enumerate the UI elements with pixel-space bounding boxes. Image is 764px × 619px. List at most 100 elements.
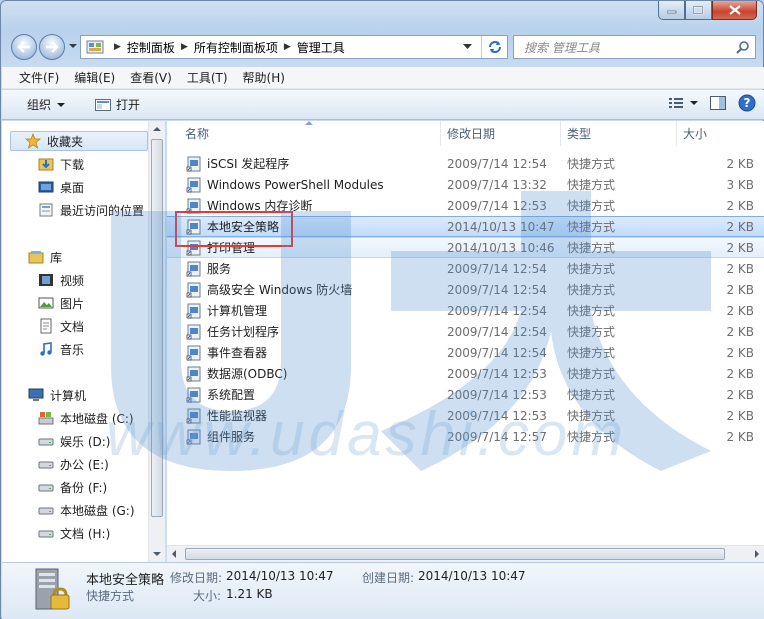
breadcrumb-separator[interactable]: ▶ xyxy=(114,42,121,52)
menu-help[interactable]: 帮助(H) xyxy=(243,69,285,86)
menu-tools[interactable]: 工具(T) xyxy=(187,69,228,86)
file-date: 2014/10/13 10:46 xyxy=(447,240,555,255)
file-row[interactable]: 系统配置 2009/7/14 12:53 快捷方式 2 KB xyxy=(167,384,764,405)
scroll-left-arrow[interactable] xyxy=(172,550,176,558)
file-date: 2009/7/14 12:54 xyxy=(447,282,547,297)
view-list-icon xyxy=(669,98,683,108)
chevron-down-icon xyxy=(57,102,66,107)
nav-drive-d[interactable]: 娱乐 (D:) xyxy=(38,431,110,451)
scroll-thumb[interactable] xyxy=(151,139,163,517)
column-type[interactable]: 类型 xyxy=(561,121,677,146)
nav-item-desktop[interactable]: 桌面 xyxy=(38,177,84,197)
column-size[interactable]: 大小 xyxy=(677,121,764,146)
nav-item-videos[interactable]: 视频 xyxy=(38,270,84,290)
explorer-window: ▶ 控制面板 ▶ 所有控制面板项 ▶ 管理工具 搜索 管理工具 文件(F) 编辑… xyxy=(0,0,764,619)
file-name-cell: 性能监视器 xyxy=(167,407,441,424)
file-date: 2009/7/14 12:53 xyxy=(447,366,547,381)
drive-icon xyxy=(38,479,54,495)
column-date[interactable]: 修改日期 xyxy=(441,121,561,146)
nav-libraries[interactable]: 库 xyxy=(28,247,62,267)
file-date: 2009/7/14 12:54 xyxy=(447,156,547,171)
breadcrumb-control-panel[interactable]: 控制面板 xyxy=(127,39,175,56)
file-row[interactable]: 高级安全 Windows 防火墙 2009/7/14 12:54 快捷方式 2 KB xyxy=(167,279,764,300)
file-row[interactable]: Windows PowerShell Modules 2009/7/14 13:3… xyxy=(167,174,764,195)
file-size: 2 KB xyxy=(726,219,754,234)
file-name-cell: 系统配置 xyxy=(167,386,441,403)
nav-drive-h[interactable]: 文档 (H:) xyxy=(38,523,110,543)
nav-item-label: 娱乐 (D:) xyxy=(60,434,111,449)
system-drive-icon xyxy=(38,410,54,426)
file-list: 名称 修改日期 类型 大小 iSCSI 发起程序 2009/7/14 12:54 快… xyxy=(167,121,764,562)
menu-view[interactable]: 查看(V) xyxy=(130,69,172,86)
video-library-icon xyxy=(38,272,54,288)
horizontal-scroll-thumb[interactable] xyxy=(185,548,725,560)
column-name[interactable]: 名称 xyxy=(167,121,441,146)
nav-item-pictures[interactable]: 图片 xyxy=(38,293,84,313)
file-type: 快捷方式 xyxy=(567,178,616,192)
menu-edit[interactable]: 编辑(E) xyxy=(74,69,115,86)
address-history-dropdown[interactable] xyxy=(457,36,477,58)
maximize-button[interactable] xyxy=(685,1,712,20)
forward-button[interactable] xyxy=(39,34,65,60)
back-button[interactable] xyxy=(11,34,37,60)
file-name-cell: 计算机管理 xyxy=(167,302,441,319)
breadcrumb-admin-tools[interactable]: 管理工具 xyxy=(297,39,345,56)
scroll-right-arrow[interactable] xyxy=(755,550,759,558)
breadcrumb-all-items[interactable]: 所有控制面板项 xyxy=(194,39,278,56)
file-size: 2 KB xyxy=(726,261,754,276)
refresh-button[interactable] xyxy=(481,36,507,58)
shortcut-icon xyxy=(186,177,202,193)
file-row[interactable]: 组件服务 2009/7/14 12:57 快捷方式 2 KB xyxy=(167,426,764,447)
preview-pane-button[interactable] xyxy=(710,96,726,110)
file-row[interactable]: 计算机管理 2009/7/14 12:54 快捷方式 2 KB xyxy=(167,300,764,321)
scroll-down-arrow[interactable] xyxy=(153,552,161,556)
file-row[interactable]: iSCSI 发起程序 2009/7/14 12:54 快捷方式 2 KB xyxy=(167,153,764,174)
open-button[interactable]: 打开 xyxy=(95,96,140,113)
nav-item-music[interactable]: 音乐 xyxy=(38,339,84,359)
scroll-up-arrow[interactable] xyxy=(153,127,161,131)
menu-file[interactable]: 文件(F) xyxy=(19,69,59,86)
nav-favorites[interactable]: 收藏夹 xyxy=(10,131,148,151)
search-icon[interactable] xyxy=(736,40,750,54)
file-name: 任务计划程序 xyxy=(207,325,280,339)
file-size: 2 KB xyxy=(726,156,754,171)
file-size: 2 KB xyxy=(726,366,754,381)
open-icon xyxy=(95,98,112,111)
file-row[interactable]: 性能监视器 2009/7/14 12:53 快捷方式 2 KB xyxy=(167,405,764,426)
organize-button[interactable]: 组织 xyxy=(27,96,66,113)
nav-drive-e[interactable]: 办公 (E:) xyxy=(38,454,109,474)
navigation-scrollbar[interactable] xyxy=(148,121,165,562)
picture-library-icon xyxy=(38,295,54,311)
minimize-button[interactable] xyxy=(658,1,685,20)
nav-item-documents[interactable]: 文档 xyxy=(38,316,84,336)
recent-pages-dropdown[interactable] xyxy=(68,41,78,51)
search-input[interactable]: 搜索 管理工具 xyxy=(513,35,756,59)
nav-item-recent-places[interactable]: 最近访问的位置 xyxy=(38,200,144,220)
file-row[interactable]: 数据源(ODBC) 2009/7/14 12:53 快捷方式 2 KB xyxy=(167,363,764,384)
nav-drive-c[interactable]: 本地磁盘 (C:) xyxy=(38,408,134,428)
help-button[interactable]: ? xyxy=(738,94,756,112)
file-type: 快捷方式 xyxy=(567,157,616,171)
address-bar[interactable]: ▶ 控制面板 ▶ 所有控制面板项 ▶ 管理工具 xyxy=(80,35,508,59)
change-view-button[interactable] xyxy=(668,96,698,110)
breadcrumb-separator[interactable]: ▶ xyxy=(181,42,188,52)
breadcrumb-separator[interactable]: ▶ xyxy=(284,42,291,52)
nav-computer[interactable]: 计算机 xyxy=(28,385,86,405)
file-row[interactable]: 事件查看器 2009/7/14 12:54 快捷方式 2 KB xyxy=(167,342,764,363)
file-name: 事件查看器 xyxy=(207,346,268,360)
file-row[interactable]: 任务计划程序 2009/7/14 12:54 快捷方式 2 KB xyxy=(167,321,764,342)
details-modified-label: 修改日期: xyxy=(170,571,223,585)
nav-drive-f[interactable]: 备份 (F:) xyxy=(38,477,107,497)
horizontal-scrollbar[interactable] xyxy=(167,545,764,562)
file-size: 2 KB xyxy=(726,198,754,213)
nav-libraries-label: 库 xyxy=(50,250,63,265)
nav-item-downloads[interactable]: 下载 xyxy=(38,154,84,174)
close-button[interactable] xyxy=(712,1,757,20)
shortcut-icon xyxy=(186,429,202,445)
computer-icon xyxy=(28,387,44,403)
shortcut-icon xyxy=(186,156,202,172)
navigation-pane: 收藏夹 下载 桌面 最近访问的位置 库 视频 图片 文档 音乐 计算机 本地磁盘… xyxy=(2,121,165,562)
menu-bar: 文件(F) 编辑(E) 查看(V) 工具(T) 帮助(H) xyxy=(2,67,764,89)
nav-drive-g[interactable]: 本地磁盘 (G:) xyxy=(38,500,135,520)
file-row[interactable]: 服务 2009/7/14 12:54 快捷方式 2 KB xyxy=(167,258,764,279)
